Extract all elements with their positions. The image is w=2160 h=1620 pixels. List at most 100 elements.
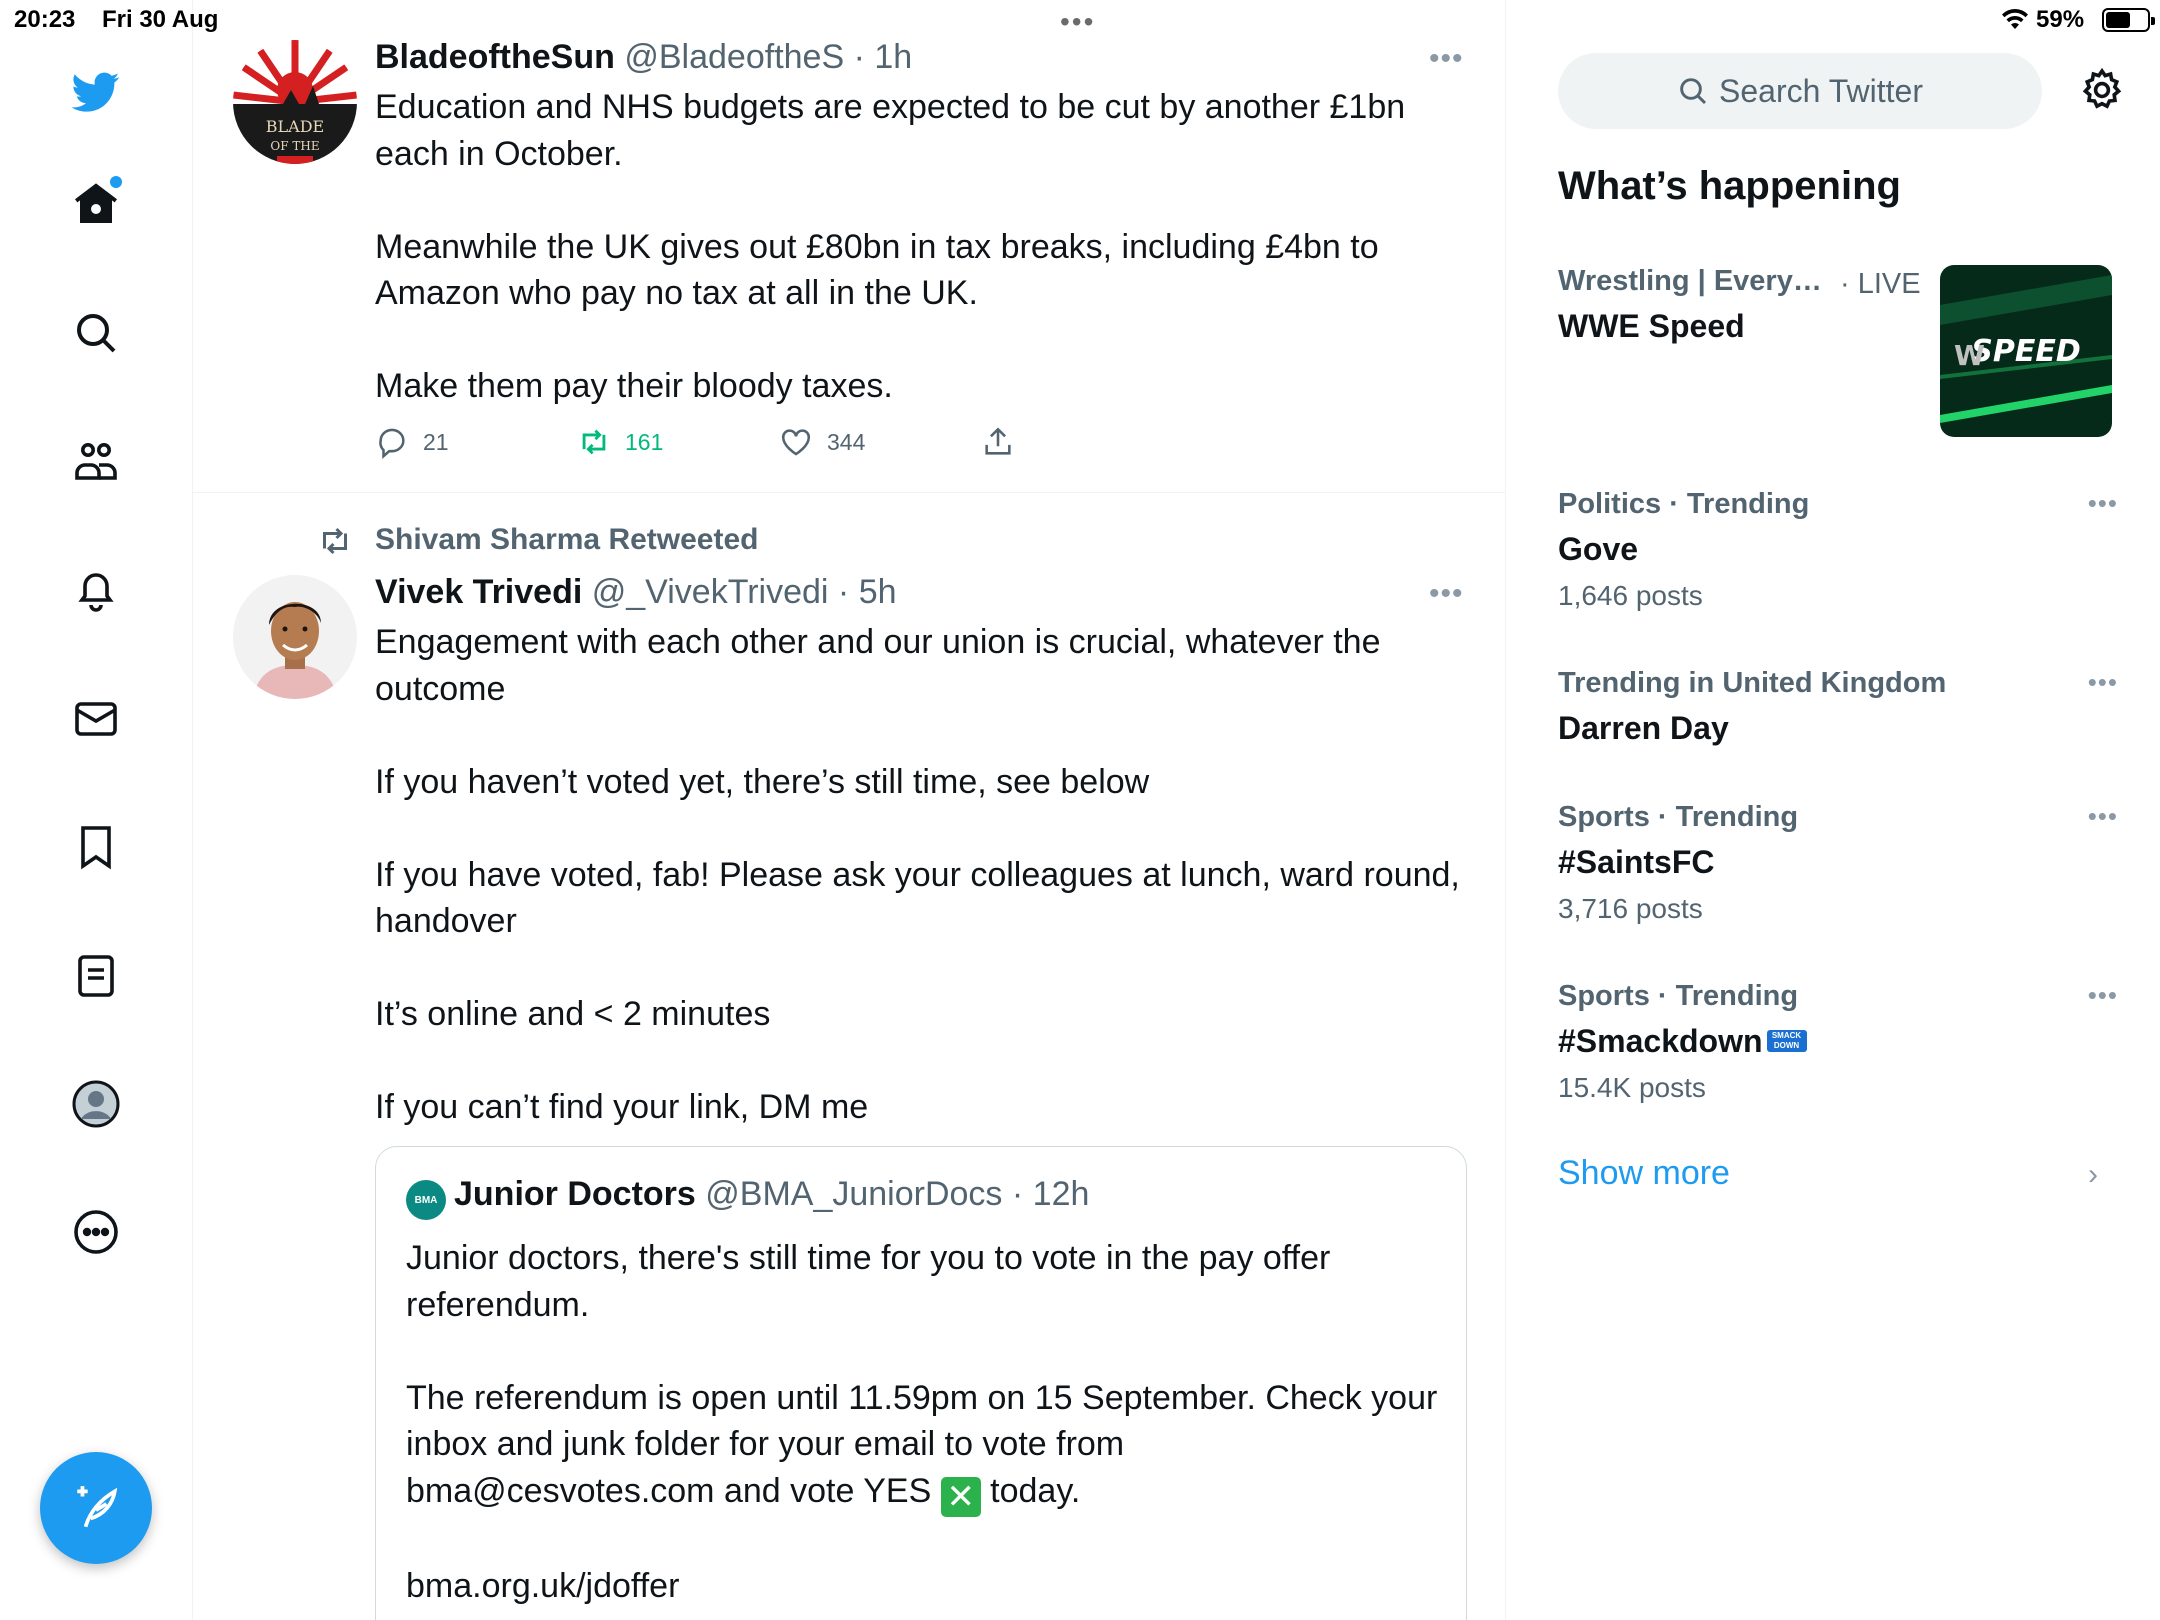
status-time: 20:23 xyxy=(14,6,76,33)
search-icon[interactable] xyxy=(66,303,126,363)
avatar[interactable] xyxy=(233,575,357,699)
home-notification-dot xyxy=(110,176,122,188)
trend-name: #SaintsFC xyxy=(1558,844,1715,880)
search-twitter-field[interactable]: Search Twitter xyxy=(1558,53,2042,129)
trend-category: Sports · Trending xyxy=(1558,980,1799,1012)
tweet-actions: 21 161 344 xyxy=(375,425,1075,461)
reply-button[interactable]: 21 xyxy=(375,425,449,459)
retweeted-by-label[interactable]: Shivam Sharma Retweeted xyxy=(375,523,758,557)
trend-item[interactable]: Sports · Trending #SaintsFC 3,716 posts … xyxy=(1558,801,2118,925)
tweet-text: Education and NHS budgets are expected t… xyxy=(375,88,1406,405)
tweet-time[interactable]: 5h xyxy=(859,573,897,611)
wwe-logo-icon: W xyxy=(1954,339,1985,372)
trend-item[interactable]: Politics · Trending Gove 1,646 posts ••• xyxy=(1558,488,2118,612)
lists-icon[interactable] xyxy=(66,946,126,1006)
trend-thumbnail[interactable]: SPEED W xyxy=(1940,265,2112,437)
profile-avatar-icon[interactable] xyxy=(66,1074,126,1134)
tweet[interactable]: BLADE OF THE BladeoftheSun @BladeoftheS … xyxy=(193,0,1505,493)
status-bar: 20:23 Fri 30 Aug ••• 59% xyxy=(0,0,2160,40)
retweet-icon xyxy=(582,429,606,455)
search-placeholder: Search Twitter xyxy=(1719,72,1923,109)
trend-category: Politics · Trending xyxy=(1558,488,1810,520)
tweet[interactable]: Shivam Sharma Retweeted Vivek Trivedi @_… xyxy=(193,493,1505,1620)
home-icon[interactable] xyxy=(66,174,126,234)
trend-post-count: 3,716 posts xyxy=(1558,893,1703,924)
tweet-header: BladeoftheSun @BladeoftheS · 1h xyxy=(375,38,912,77)
retweet-count: 161 xyxy=(625,428,664,455)
quote-author-handle: @BMA_JuniorDocs xyxy=(705,1175,1003,1213)
trend-item[interactable]: Trending in United Kingdom Darren Day ••… xyxy=(1558,667,2118,747)
timeline: BLADE OF THE BladeoftheSun @BladeoftheS … xyxy=(193,0,1506,1620)
smackdown-badge-icon: SMACK DOWN xyxy=(1766,1030,1807,1052)
like-button[interactable]: 344 xyxy=(779,425,865,459)
trend-name: #Smackdown xyxy=(1558,1023,1763,1059)
trend-name: Gove xyxy=(1558,531,1639,567)
trend-more-icon[interactable]: ••• xyxy=(2088,801,2118,832)
reply-icon xyxy=(379,428,405,459)
avatar[interactable]: BLADE OF THE xyxy=(233,40,357,164)
messages-envelope-icon[interactable] xyxy=(66,689,126,749)
bookmarks-icon[interactable] xyxy=(66,817,126,877)
settings-gear-icon[interactable] xyxy=(2078,66,2126,114)
svg-text:OF THE: OF THE xyxy=(270,139,319,153)
quote-author-name: Junior Doctors xyxy=(454,1175,696,1213)
show-more-link[interactable]: Show more xyxy=(1558,1154,1730,1193)
trend-more-icon[interactable]: ••• xyxy=(2088,980,2118,1011)
trend-thumbnail-text: SPEED xyxy=(1971,334,2080,369)
feather-plus-icon xyxy=(77,1486,118,1528)
cross-mark-emoji-icon: ✕ xyxy=(940,1476,981,1517)
live-badge: · LIVE xyxy=(1840,268,1921,300)
multitasking-dots-icon[interactable]: ••• xyxy=(1060,6,1095,38)
separator-dot: · xyxy=(844,38,875,76)
author-handle[interactable]: @_VivekTrivedi xyxy=(592,573,829,611)
more-options-icon[interactable] xyxy=(66,1202,126,1262)
whats-happening-title: What’s happening xyxy=(1558,164,1901,208)
tweet-header: Vivek Trivedi @_VivekTrivedi · 5h xyxy=(375,573,897,612)
status-date: Fri 30 Aug xyxy=(102,6,219,33)
separator-dot: · xyxy=(828,573,859,611)
twitter-logo-icon[interactable] xyxy=(66,62,126,122)
quote-text: Junior doctors, there's still time for y… xyxy=(406,1235,1446,1610)
author-name[interactable]: Vivek Trivedi xyxy=(375,573,582,611)
communities-icon[interactable] xyxy=(66,432,126,492)
trend-more-icon[interactable]: ••• xyxy=(2088,488,2118,519)
like-count: 344 xyxy=(827,428,866,455)
tweet-more-icon[interactable]: ••• xyxy=(1429,577,1464,611)
left-navigation xyxy=(0,0,193,1620)
quoted-tweet[interactable]: BMA Junior Doctors @BMA_JuniorDocs · 12h… xyxy=(375,1146,1467,1620)
battery-percent: 59% xyxy=(2036,6,2085,33)
author-handle[interactable]: @BladeoftheS xyxy=(624,38,844,76)
chevron-right-icon[interactable]: › xyxy=(2088,1158,2098,1192)
retweet-button[interactable]: 161 xyxy=(577,425,663,459)
compose-tweet-button[interactable] xyxy=(40,1452,152,1564)
tweet-more-icon[interactable]: ••• xyxy=(1429,42,1464,76)
notifications-bell-icon[interactable] xyxy=(66,560,126,620)
trend-name: Darren Day xyxy=(1558,710,1729,746)
tweet-time[interactable]: 1h xyxy=(874,38,912,76)
share-button[interactable] xyxy=(981,425,1029,459)
trend-more-icon[interactable]: ••• xyxy=(2088,667,2118,698)
trend-post-count: 1,646 posts xyxy=(1558,580,1703,611)
svg-text:BLADE: BLADE xyxy=(266,117,324,136)
search-icon xyxy=(1680,78,1707,105)
quote-avatar[interactable]: BMA xyxy=(406,1180,446,1220)
quote-text-end: today. xyxy=(990,1471,1081,1510)
quote-link[interactable]: bma.org.uk/jdoffer xyxy=(406,1567,679,1605)
wifi-icon xyxy=(2002,8,2028,29)
heart-icon xyxy=(781,429,811,456)
quote-header: Junior Doctors @BMA_JuniorDocs · 12h xyxy=(454,1175,1089,1214)
author-name[interactable]: BladeoftheSun xyxy=(375,38,615,76)
retweet-icon xyxy=(323,527,347,555)
quote-text-main: Junior doctors, there's still time for y… xyxy=(406,1239,1438,1510)
tweet-text: Engagement with each other and our union… xyxy=(375,623,1460,1126)
right-sidebar: Search Twitter What’s happening Wrestlin… xyxy=(1506,0,2160,1620)
reply-count: 21 xyxy=(423,428,449,455)
trend-item[interactable]: Sports · Trending #Smackdown SMACK DOWN 1… xyxy=(1558,980,2118,1104)
trend-name-row: #Smackdown SMACK DOWN xyxy=(1558,1023,2118,1060)
share-icon xyxy=(985,427,1011,455)
quote-time: 12h xyxy=(1032,1175,1090,1213)
trend-category: Sports · Trending xyxy=(1558,801,1799,833)
separator-dot: · xyxy=(1002,1175,1033,1213)
trend-post-count: 15.4K posts xyxy=(1558,1072,1706,1103)
battery-icon xyxy=(2102,8,2155,32)
